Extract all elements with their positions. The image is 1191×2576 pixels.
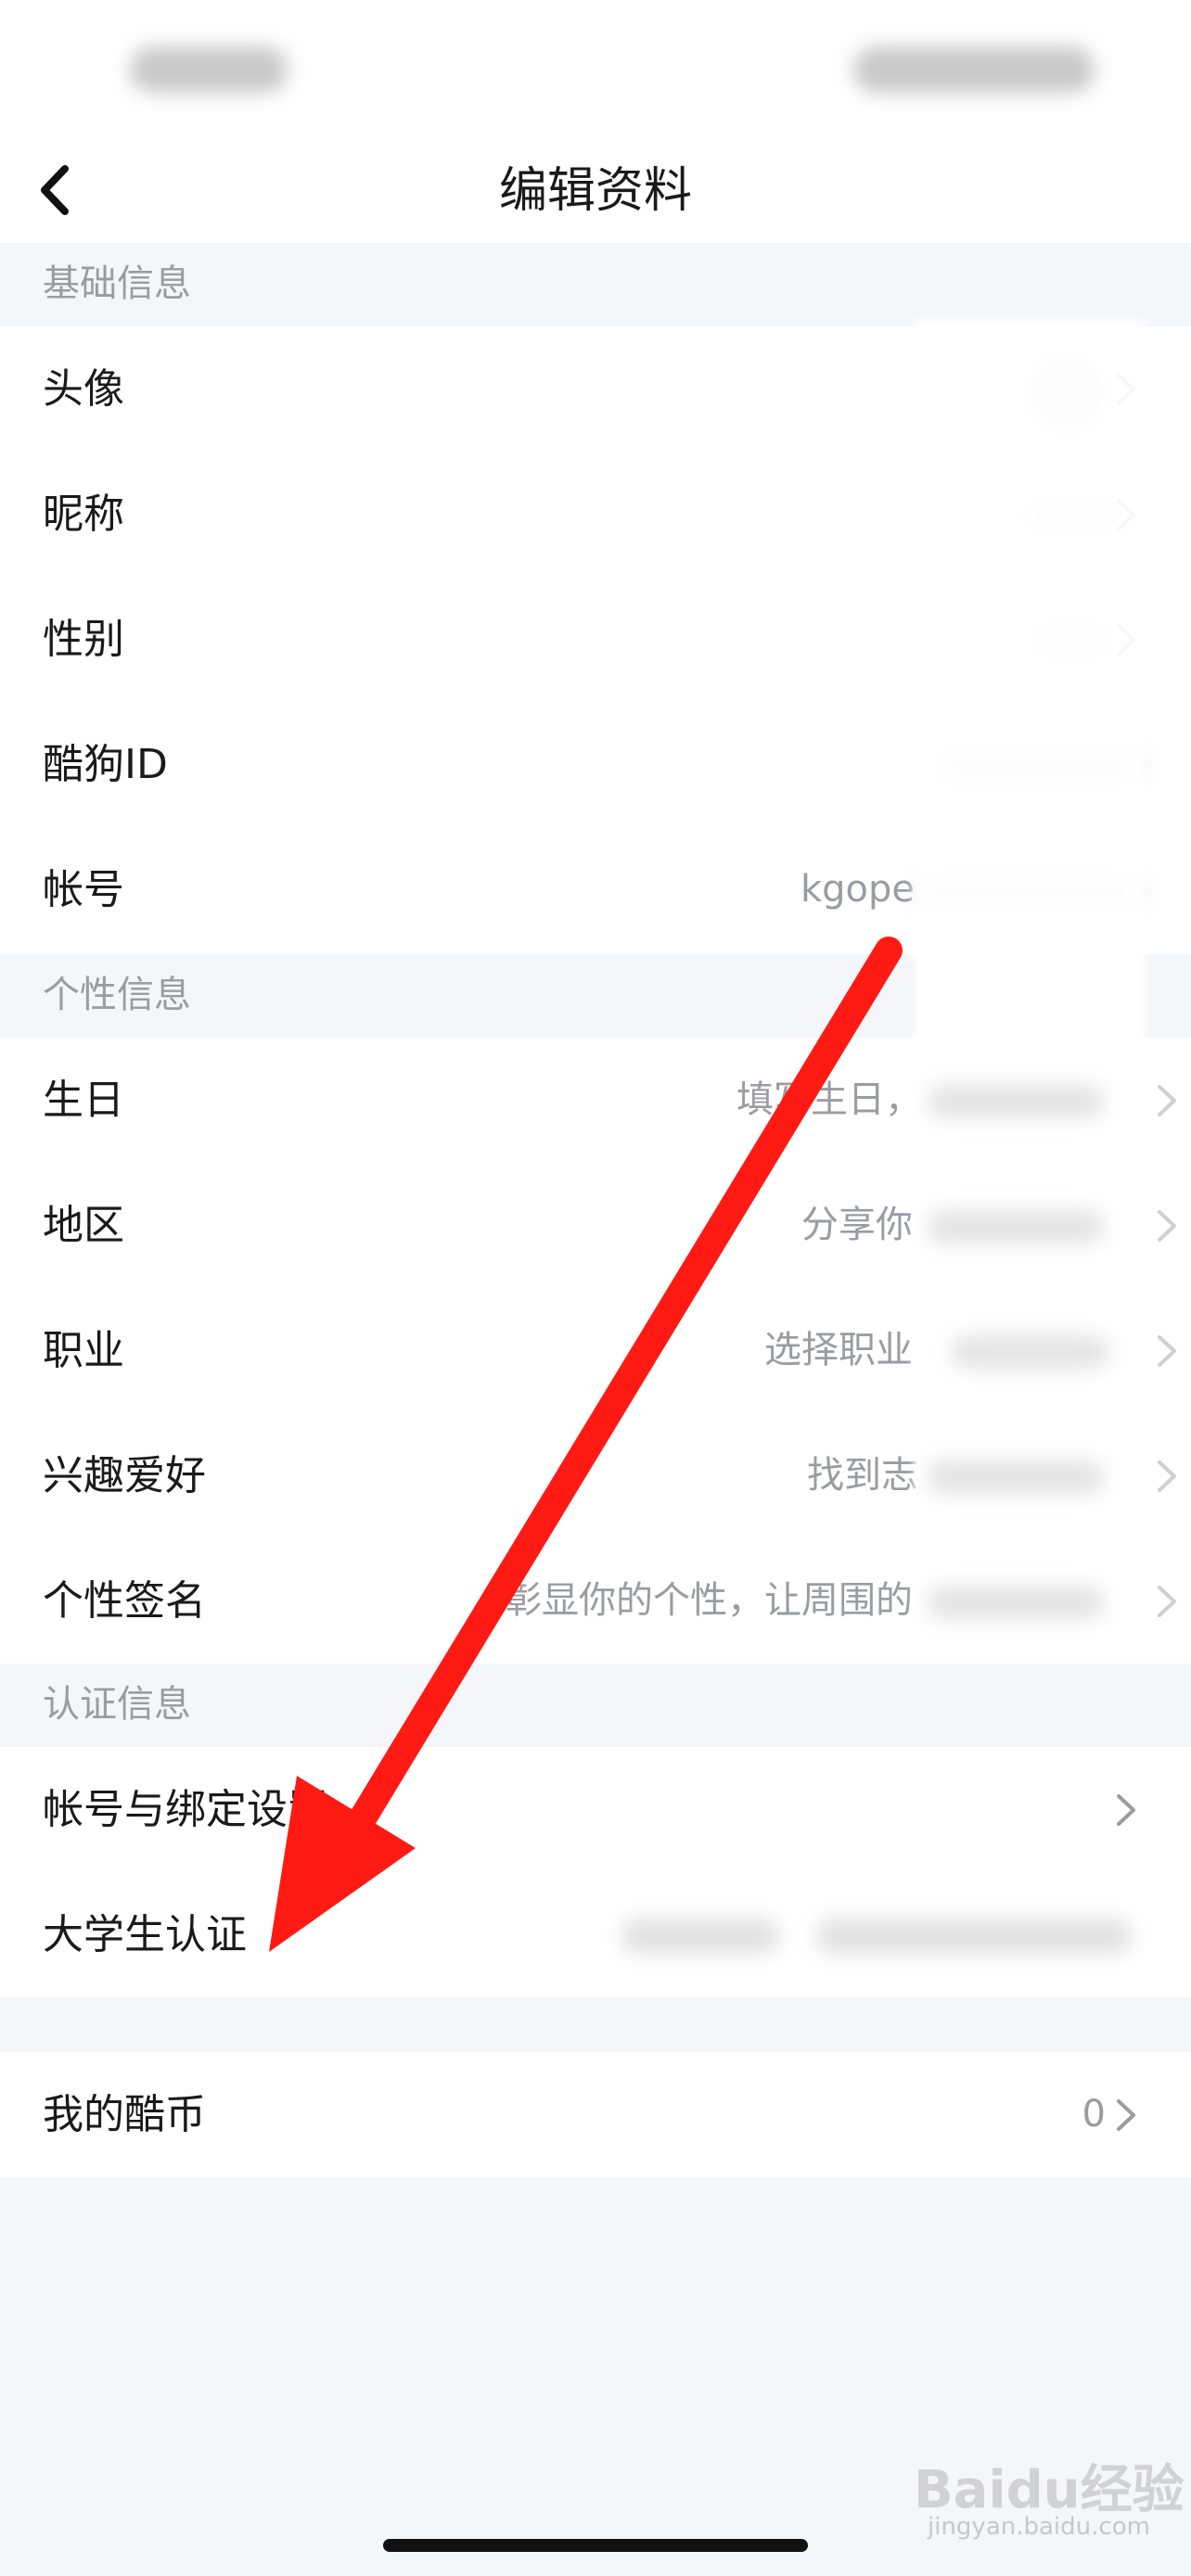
watermark-brand: Baidu经验 <box>914 2460 1185 2520</box>
annotation-arrow-shaft <box>313 937 903 1892</box>
home-indicator[interactable] <box>383 2539 808 2552</box>
watermark-url: jingyan.baidu.com <box>928 2513 1150 2541</box>
annotation-arrow <box>269 937 903 1952</box>
annotation-arrow-head <box>269 1776 416 1952</box>
